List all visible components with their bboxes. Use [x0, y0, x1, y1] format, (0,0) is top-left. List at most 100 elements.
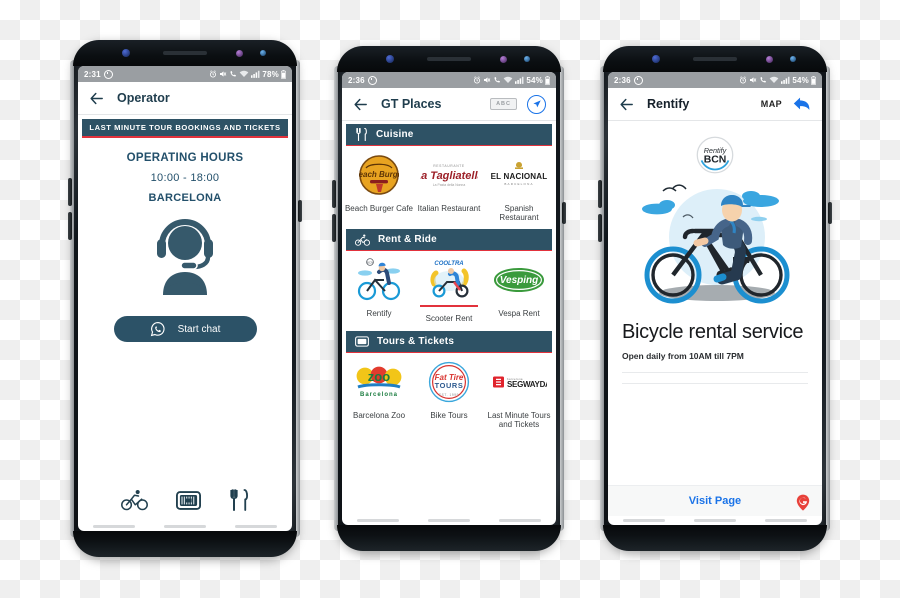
svg-text:BCN: BCN: [367, 261, 373, 265]
ticket-icon[interactable]: [176, 490, 201, 510]
power-button[interactable]: [298, 200, 302, 222]
tile-scooter-rent[interactable]: COOLTRA Scooter Rent: [414, 258, 484, 323]
tile-caption: Last Minute Tours and Tickets: [487, 410, 551, 429]
detail-subtitle: Open daily from 10AM till 7PM: [622, 351, 744, 362]
app-bar: Rentify MAP: [608, 88, 822, 121]
clock-icon: [633, 75, 643, 85]
call-icon: [230, 71, 237, 77]
status-time: 2:31: [84, 69, 101, 79]
proximity-sensor-icon: [259, 50, 266, 56]
proximity-sensor-icon: [523, 56, 530, 62]
proximity-sensor-icon: [789, 56, 796, 62]
tile-row-tours-tickets: zoo Barcelona Barcelona Zoo Fat Tire TOU…: [342, 352, 556, 433]
page-title: Rentify: [647, 97, 690, 111]
tile-caption: Spanish Restaurant: [499, 204, 539, 223]
power-button[interactable]: [828, 202, 832, 224]
logo-sub: Barcelona: [360, 392, 398, 398]
status-left: 2:36: [614, 75, 643, 85]
cutlery-icon[interactable]: [229, 489, 249, 511]
fat-tire-tours-logo: Fat Tire TOURS EST. 1999: [428, 360, 470, 404]
volume-button[interactable]: [332, 180, 336, 208]
status-time: 2:36: [614, 75, 631, 85]
logo-text: La Tagliatella: [420, 170, 478, 182]
phone-bottom-bezel: [73, 531, 297, 557]
battery-percent: 54%: [526, 75, 543, 85]
volume-down-button[interactable]: [598, 214, 602, 242]
logo-text: COOLTRA: [434, 261, 463, 267]
tile-beach-burger-cafe[interactable]: Beach Burger Beach Burger Cafe: [344, 153, 414, 222]
tile-row-rent-ride: BCN Rentify COOLTRA Scooter Rent Vesping…: [342, 251, 556, 328]
google-map-pin-icon[interactable]: [796, 494, 810, 516]
section-header-rent-ride[interactable]: Rent & Ride: [346, 229, 552, 252]
rentify-bcn-logo: Rentify BCN: [608, 135, 822, 175]
phone-bottom-bezel: [603, 525, 827, 551]
clock-icon: [367, 75, 377, 85]
phone-edge-left: [334, 66, 338, 531]
volume-down-button[interactable]: [68, 212, 72, 240]
start-chat-button[interactable]: Start chat: [113, 316, 257, 342]
logo-sub-top: RESTAURANTE: [433, 164, 465, 168]
volume-down-button[interactable]: [332, 214, 336, 242]
battery-percent: 54%: [792, 75, 809, 85]
rentify-cyclist-logo: BCN: [353, 258, 405, 302]
arrow-left-icon[interactable]: [618, 96, 635, 113]
abc-badge[interactable]: ABC: [490, 98, 517, 110]
bicycle-icon[interactable]: [121, 489, 148, 511]
android-nav-hints: [78, 523, 292, 529]
earpiece-speaker: [427, 57, 471, 61]
operator-avatar: [78, 218, 292, 296]
el-nacional-logo: EL NACIONAL BARCELONA: [490, 153, 548, 197]
section-header-tours-tickets[interactable]: Tours & Tickets: [346, 330, 552, 353]
wifi-icon: [770, 76, 779, 84]
tile-barcelona-zoo[interactable]: zoo Barcelona Barcelona Zoo: [344, 360, 414, 429]
mockup-stage: 2:31 78% Operator LAST MINUTE TOUR BOOKI…: [0, 0, 900, 598]
bicycle-icon: [355, 234, 370, 246]
promo-banner: LAST MINUTE TOUR BOOKINGS AND TICKETS: [82, 119, 288, 138]
signal-icon: [781, 76, 790, 84]
logo-text: Vesping: [500, 275, 539, 286]
iris-sensor-icon: [766, 55, 774, 63]
tile-caption: Rentify: [366, 309, 392, 319]
status-right: 54%: [473, 76, 550, 85]
logo-text: EL NACIONAL: [491, 172, 548, 181]
status-right: 54%: [739, 76, 816, 85]
tile-bike-tours[interactable]: Fat Tire TOURS EST. 1999 Bike Tours: [414, 360, 484, 429]
tile-spanish-restaurant[interactable]: EL NACIONAL BARCELONA Spanish Restaurant: [484, 153, 554, 222]
front-camera-icon: [122, 49, 131, 57]
tile-vespa-rent[interactable]: Vesping Vespa Rent: [484, 258, 554, 323]
section-header-cuisine[interactable]: Cuisine: [346, 124, 552, 146]
navigation-arrow-icon[interactable]: [527, 94, 546, 114]
section-title: Cuisine: [376, 129, 414, 140]
tile-caption: Beach Burger Cafe: [344, 204, 414, 213]
vesping-logo: Vesping: [492, 258, 546, 302]
clock-icon: [103, 69, 113, 79]
arrow-left-icon[interactable]: [352, 96, 369, 113]
share-arrow-icon[interactable]: [792, 95, 812, 113]
operator-headset-icon: [157, 219, 213, 295]
signal-icon: [251, 70, 260, 78]
tile-rentify[interactable]: BCN Rentify: [344, 258, 414, 323]
visit-page-link[interactable]: Visit Page: [689, 495, 741, 507]
phone-edge-left: [70, 60, 74, 537]
power-button[interactable]: [562, 202, 566, 224]
tile-last-minute-tours[interactable]: barcelona SEGWAYDAY Last Minute Tours an…: [484, 360, 554, 429]
divider-1: [622, 372, 808, 374]
mute-icon: [484, 77, 491, 83]
operating-hours-range: 10:00 - 18:00: [150, 172, 220, 184]
operating-hours-city: BARCELONA: [148, 192, 222, 204]
status-left: 2:36: [348, 75, 377, 85]
logo-sub: La Pasta della Nonna: [433, 183, 466, 187]
arrow-left-icon[interactable]: [88, 90, 105, 107]
tile-italian-restaurant[interactable]: RESTAURANTE La Tagliatella La Pasta dell…: [414, 153, 484, 222]
cutlery-icon: [356, 128, 367, 141]
volume-button[interactable]: [68, 178, 72, 206]
wifi-icon: [240, 70, 249, 78]
front-camera-icon: [652, 55, 661, 63]
android-nav-hints: [342, 517, 556, 523]
map-button[interactable]: MAP: [761, 99, 782, 109]
chat-button-wrap: Start chat: [78, 316, 292, 342]
volume-button[interactable]: [598, 180, 602, 208]
operating-hours-heading: OPERATING HOURS: [126, 152, 244, 164]
battery-icon: [281, 69, 286, 79]
operating-hours-block: OPERATING HOURS 10:00 - 18:00 BARCELONA: [78, 138, 292, 204]
